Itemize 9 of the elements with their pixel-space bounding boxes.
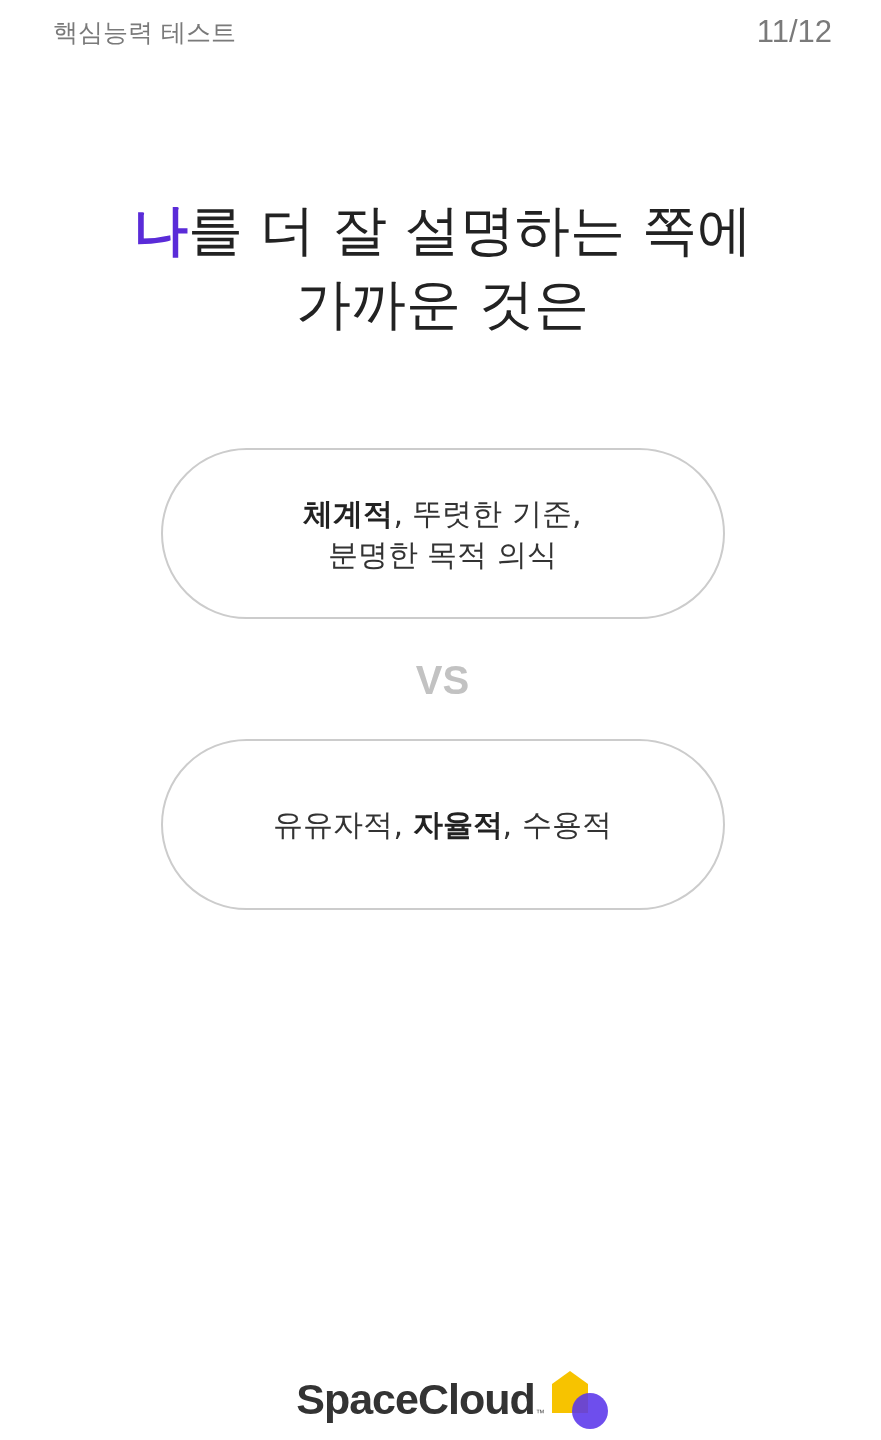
brand-wordmark: SpaceCloud — [296, 1374, 535, 1424]
trademark-mark: ™ — [535, 1408, 545, 1418]
answer-option-button[interactable]: 체계적, 뚜렷한 기준, 분명한 목적 의식 — [160, 448, 725, 619]
test-title: 핵심능력 테스트 — [53, 16, 236, 49]
versus-label: VS — [415, 657, 470, 703]
answer-option-button[interactable]: 유유자적, 자율적, 수용적 — [160, 739, 725, 910]
house-and-circle-logo-icon — [550, 1370, 609, 1430]
progress-counter: 11/12 — [756, 14, 832, 50]
question-title: 나를 더 잘 설명하는 쪽에 가까운 것은 — [132, 197, 753, 338]
